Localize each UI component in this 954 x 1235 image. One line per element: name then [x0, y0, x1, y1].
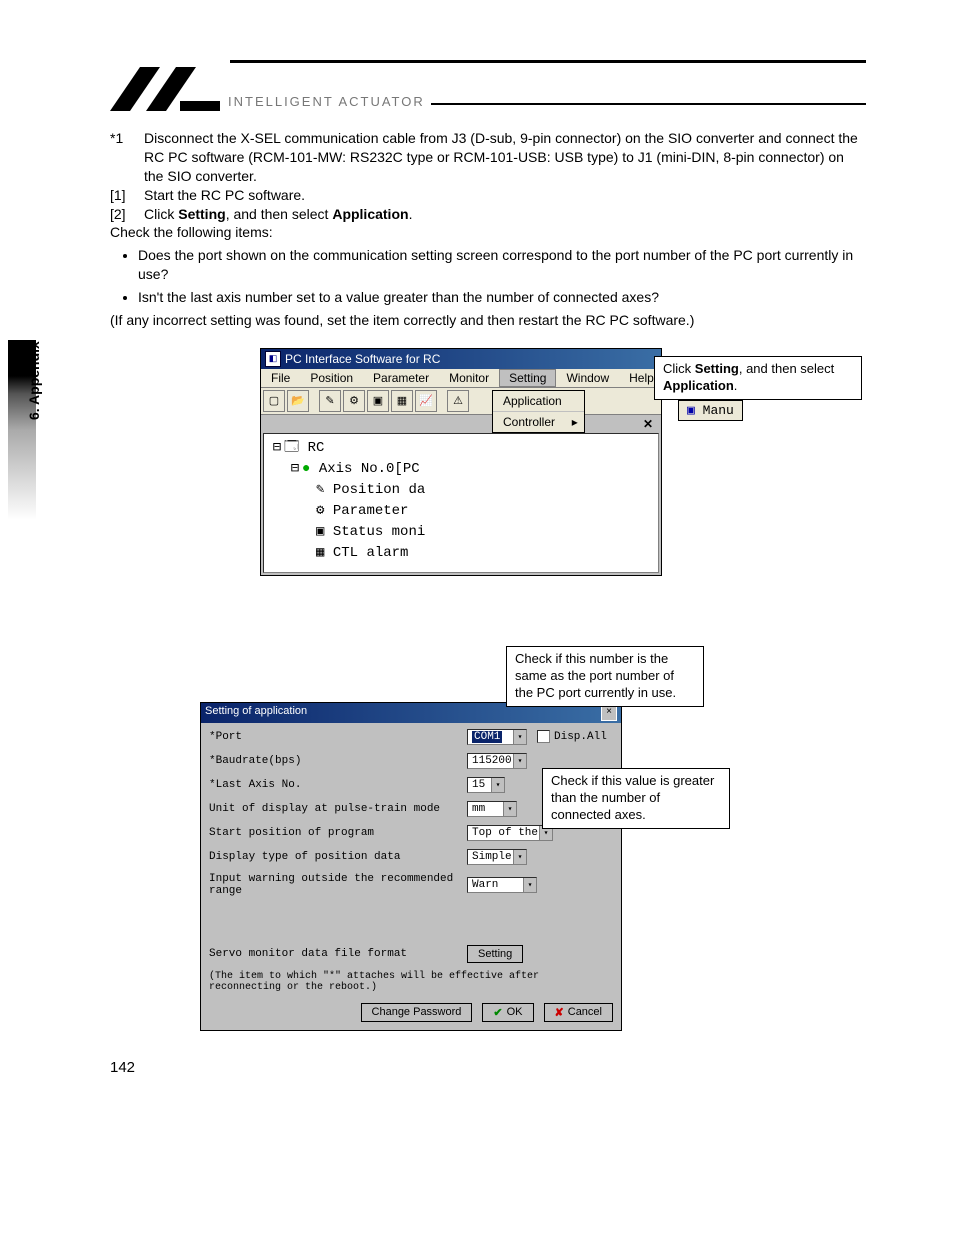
- tree-axis[interactable]: ⊟● Axis No.0[PC: [270, 459, 652, 480]
- settings-dialog: Setting of application × *Port COM1▾ Dis…: [200, 702, 622, 1031]
- label-unit: Unit of display at pulse-train mode: [209, 803, 467, 815]
- chart-icon[interactable]: 📈: [415, 390, 437, 412]
- menu-monitor[interactable]: Monitor: [439, 369, 499, 387]
- callout-axis: Check if this value is greater than the …: [542, 768, 730, 829]
- window-titlebar: ◧ PC Interface Software for RC: [261, 349, 661, 369]
- brand-text: INTELLIGENT ACTUATOR: [228, 94, 425, 111]
- toolbar: ▢ 📂 ✎ ⚙ ▣ ▦ 📈 ⚠: [261, 388, 661, 415]
- label-disp: Display type of position data: [209, 851, 467, 863]
- callout-port: Check if this number is the same as the …: [506, 646, 704, 707]
- edit-icon[interactable]: ✎: [319, 390, 341, 412]
- dispall-checkbox[interactable]: [537, 730, 550, 743]
- alarm-icon[interactable]: ⚠: [447, 390, 469, 412]
- label-lastaxis: *Last Axis No.: [209, 779, 467, 791]
- label-warn: Input warning outside the recommended ra…: [209, 873, 467, 897]
- app-window: ◧ PC Interface Software for RC File Posi…: [260, 348, 662, 576]
- menu-setting[interactable]: Setting: [499, 369, 556, 387]
- menubar: File Position Parameter Monitor Setting …: [261, 369, 661, 388]
- side-section-label: 6. Appendix: [26, 341, 42, 420]
- label-port: *Port: [209, 731, 467, 743]
- close-x-icon[interactable]: ✕: [261, 415, 661, 431]
- page-header: INTELLIGENT ACTUATOR: [110, 60, 866, 111]
- change-password-button[interactable]: Change Password: [361, 1003, 473, 1022]
- monitor-icon[interactable]: ▣: [367, 390, 389, 412]
- setting-button[interactable]: Setting: [467, 945, 523, 963]
- menu-position[interactable]: Position: [300, 369, 363, 387]
- bullet-2: Isn't the last axis number set to a valu…: [138, 288, 866, 307]
- label-servo: Servo monitor data file format: [209, 948, 467, 960]
- lastaxis-select[interactable]: 15▾: [467, 777, 505, 793]
- warn-select[interactable]: Warn▾: [467, 877, 537, 893]
- start-select[interactable]: Top of the▾: [467, 825, 553, 841]
- menu-parameter[interactable]: Parameter: [363, 369, 439, 387]
- page-number: 142: [110, 1059, 135, 1076]
- new-icon[interactable]: ▢: [263, 390, 285, 412]
- menu-window[interactable]: Window: [556, 369, 619, 387]
- menu-file[interactable]: File: [261, 369, 300, 387]
- app-icon: ◧: [265, 351, 281, 367]
- ok-button[interactable]: ✔OK: [482, 1003, 533, 1022]
- tree-parameter[interactable]: ⚙ Parameter: [270, 501, 652, 522]
- disp-select[interactable]: Simple▾: [467, 849, 527, 865]
- manu-button[interactable]: ▣ Manu: [678, 400, 743, 421]
- grid-icon[interactable]: ▦: [391, 390, 413, 412]
- body-text: *1Disconnect the X-SEL communication cab…: [110, 129, 866, 330]
- label-start: Start position of program: [209, 827, 467, 839]
- setting-submenu: Application Controller▸: [492, 390, 585, 433]
- cancel-button[interactable]: ✘Cancel: [544, 1003, 613, 1022]
- submenu-application[interactable]: Application: [493, 391, 584, 412]
- window-title: PC Interface Software for RC: [285, 352, 440, 366]
- logo-icon: [110, 67, 220, 111]
- callout-setting: Click Setting, and then select Applicati…: [654, 356, 862, 400]
- bullet-1: Does the port shown on the communication…: [138, 246, 866, 284]
- tree-status[interactable]: ▣ Status moni: [270, 522, 652, 543]
- submenu-controller[interactable]: Controller▸: [493, 412, 584, 432]
- label-baud: *Baudrate(bps): [209, 755, 467, 767]
- baud-select[interactable]: 115200▾: [467, 753, 527, 769]
- tree-panel: ⊟🗔 RC ⊟● Axis No.0[PC ✎ Position da ⚙ Pa…: [263, 433, 659, 573]
- close-icon[interactable]: ×: [601, 705, 617, 721]
- open-icon[interactable]: 📂: [287, 390, 309, 412]
- tree-root[interactable]: ⊟🗔 RC: [270, 438, 652, 459]
- tree-alarm[interactable]: ▦ CTL alarm: [270, 543, 652, 564]
- tree-position[interactable]: ✎ Position da: [270, 480, 652, 501]
- param-icon[interactable]: ⚙: [343, 390, 365, 412]
- label-dispall: Disp.All: [554, 731, 607, 743]
- dialog-note: (The item to which "*" attaches will be …: [209, 971, 613, 993]
- port-select[interactable]: COM1▾: [467, 729, 527, 745]
- unit-select[interactable]: mm▾: [467, 801, 517, 817]
